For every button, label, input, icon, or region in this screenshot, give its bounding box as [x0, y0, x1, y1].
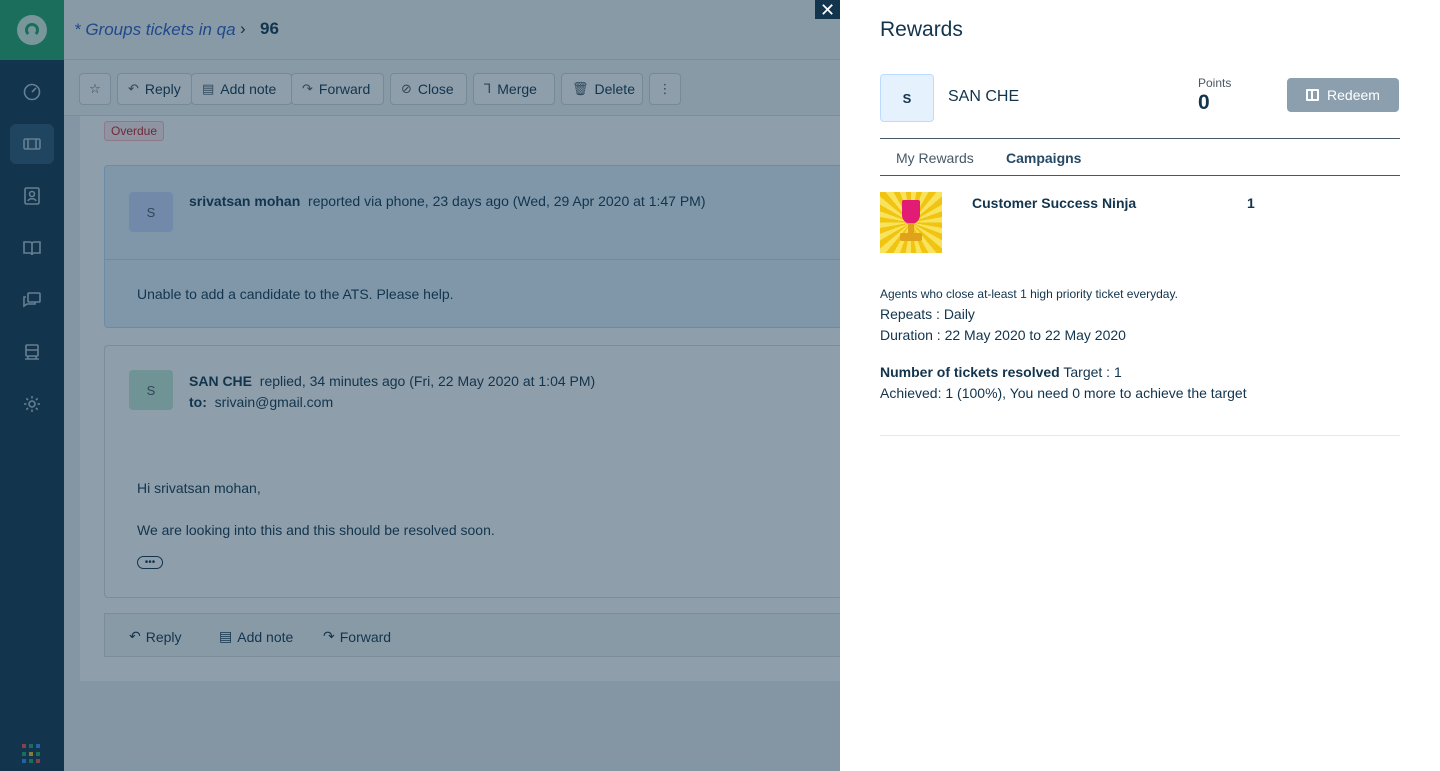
tab-campaigns[interactable]: Campaigns: [1006, 150, 1081, 166]
rewards-panel: Rewards S SAN CHE Points 0 Redeem My Rew…: [840, 0, 1440, 771]
campaign-metric: Number of tickets resolved Target : 1: [880, 364, 1122, 380]
agent-name: SAN CHE: [948, 88, 1020, 105]
tab-my-rewards[interactable]: My Rewards: [896, 150, 974, 166]
metric-label: Number of tickets resolved: [880, 364, 1060, 380]
campaign-name: Customer Success Ninja: [972, 195, 1137, 211]
close-panel-button[interactable]: ✕: [815, 0, 840, 19]
campaign-repeats: Repeats : Daily: [880, 306, 975, 322]
agent-avatar: S: [880, 74, 934, 122]
points-label: Points: [1198, 76, 1232, 90]
metric-target: Target : 1: [1063, 364, 1122, 380]
campaign-achieved: Achieved: 1 (100%), You need 0 more to a…: [880, 385, 1247, 401]
redeem-label: Redeem: [1327, 87, 1380, 103]
campaign-count: 1: [1247, 195, 1255, 211]
gift-icon: [1306, 89, 1320, 101]
points-value: 0: [1198, 91, 1210, 114]
trophy-badge-icon: [880, 192, 942, 253]
panel-title: Rewards: [880, 18, 963, 41]
redeem-button[interactable]: Redeem: [1287, 78, 1399, 112]
divider: [880, 138, 1400, 139]
campaign-description: Agents who close at-least 1 high priorit…: [880, 287, 1178, 301]
divider: [880, 175, 1400, 176]
campaign-duration: Duration : 22 May 2020 to 22 May 2020: [880, 327, 1126, 343]
divider: [880, 435, 1400, 436]
modal-backdrop[interactable]: [0, 0, 840, 771]
